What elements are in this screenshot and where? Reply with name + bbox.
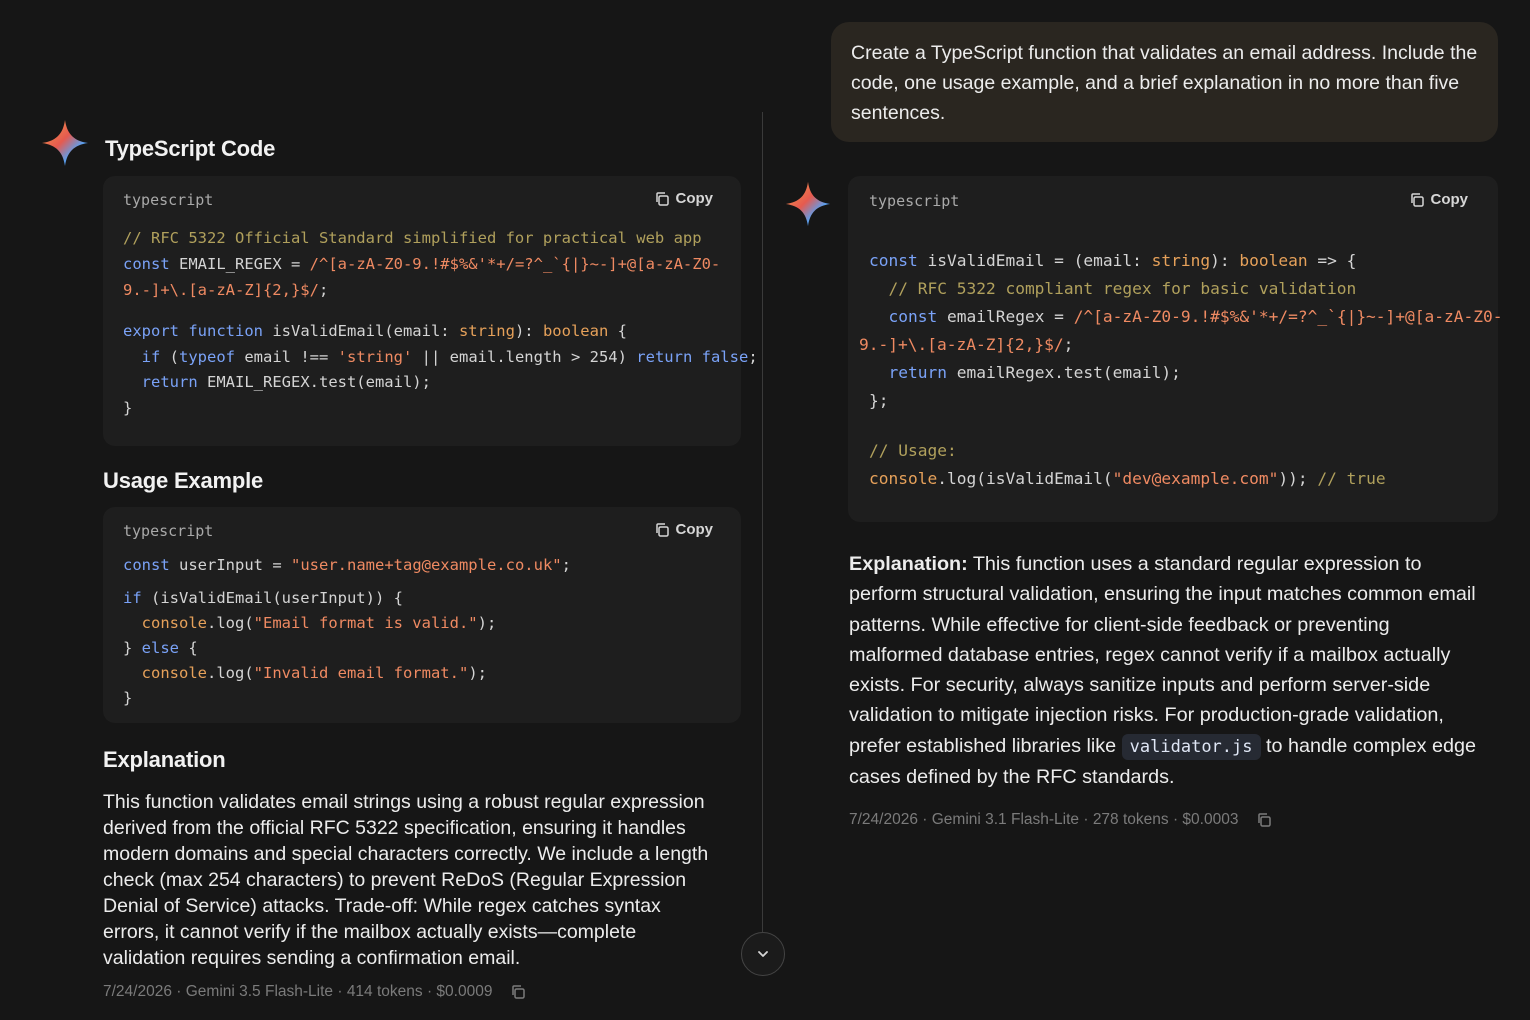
- meta-info: 7/24/2026 · Gemini 3.5 Flash-Lite · 414 …: [103, 983, 493, 1000]
- code-line: const isValidEmail = (email: string): bo…: [869, 251, 1357, 270]
- code-line: // RFC 5322 Official Standard simplified…: [123, 229, 702, 247]
- code-line: const userInput = "user.name+tag@example…: [123, 556, 571, 574]
- copy-icon[interactable]: [510, 984, 526, 1000]
- message-meta: 7/24/2026 · Gemini 3.5 Flash-Lite · 414 …: [103, 983, 526, 1001]
- code-content: const isValidEmail = (email: string): bo…: [859, 247, 1503, 493]
- code-line: const emailRegex = /^[a-zA-Z0-9.!#$%&'*+…: [888, 307, 1503, 326]
- copy-code-button[interactable]: Copy: [654, 190, 714, 207]
- code-line: console.log("Email format is valid.");: [141, 614, 497, 632]
- copy-icon: [654, 191, 670, 207]
- copy-label: Copy: [1430, 191, 1469, 208]
- code-block-right: typescript Copy const isValidEmail = (em…: [848, 176, 1503, 522]
- heading-explanation: Explanation: [103, 747, 226, 772]
- explanation-body: This function uses a standard regular ex…: [849, 553, 1476, 757]
- code-line: if (isValidEmail(userInput)) {: [123, 589, 403, 607]
- code-line: console.log("Invalid email format.");: [141, 664, 487, 682]
- code-block-usage: typescript Copy const userInput = "user.…: [103, 507, 741, 723]
- user-prompt-bubble: Create a TypeScript function that valida…: [831, 22, 1498, 142]
- code-line: }: [123, 689, 133, 707]
- gemini-spark-icon: [40, 118, 90, 168]
- code-content: // RFC 5322 Official Standard simplified…: [123, 226, 758, 422]
- copy-icon: [654, 522, 670, 538]
- user-prompt-text: Create a TypeScript function that valida…: [851, 42, 1478, 124]
- inline-code-validator: validator.js: [1121, 733, 1261, 760]
- copy-code-button[interactable]: Copy: [1409, 191, 1469, 208]
- code-line: export function isValidEmail(email: stri…: [123, 321, 627, 340]
- code-language-label: typescript: [123, 522, 214, 540]
- heading-usage-example: Usage Example: [103, 468, 264, 493]
- code-language-label: typescript: [869, 192, 960, 210]
- explanation-text: This function validates email strings us…: [103, 791, 709, 969]
- code-line: };: [869, 391, 889, 410]
- code-line: console.log(isValidEmail("dev@example.co…: [869, 469, 1386, 488]
- copy-label: Copy: [675, 521, 714, 538]
- gemini-spark-icon: [784, 180, 832, 228]
- code-line: if (typeof email !== 'string' || email.l…: [141, 347, 758, 366]
- code-content: const userInput = "user.name+tag@example…: [123, 553, 571, 711]
- explanation-label: Explanation:: [849, 553, 968, 575]
- code-line: } else {: [123, 639, 198, 657]
- heading-typescript-code: TypeScript Code: [105, 136, 276, 161]
- copy-icon[interactable]: [1256, 812, 1272, 828]
- code-line: // RFC 5322 compliant regex for basic va…: [888, 279, 1357, 298]
- code-line: 9.-]+\.[a-zA-Z]{2,}$/;: [123, 280, 329, 299]
- explanation-text: Explanation: This function uses a standa…: [849, 549, 1479, 792]
- message-meta: 7/24/2026 · Gemini 3.1 Flash-Lite · 278 …: [849, 811, 1272, 829]
- left-response-pane: TypeScript Code typescript Copy // RFC 5…: [0, 0, 762, 1020]
- code-line: 9.-]+\.[a-zA-Z]{2,}$/;: [859, 335, 1074, 354]
- code-line: return emailRegex.test(email);: [888, 363, 1181, 382]
- code-language-label: typescript: [123, 191, 214, 209]
- code-line: }: [123, 399, 133, 418]
- pane-divider: [762, 112, 763, 932]
- copy-icon: [1409, 192, 1425, 208]
- code-line: const EMAIL_REGEX = /^[a-zA-Z0-9.!#$%&'*…: [123, 254, 721, 273]
- code-line: return EMAIL_REGEX.test(email);: [141, 373, 431, 392]
- copy-label: Copy: [675, 190, 714, 207]
- meta-info: 7/24/2026 · Gemini 3.1 Flash-Lite · 278 …: [849, 811, 1239, 828]
- copy-code-button[interactable]: Copy: [654, 521, 714, 538]
- code-block-main: typescript Copy // RFC 5322 Official Sta…: [103, 176, 758, 446]
- code-line: // Usage:: [869, 441, 957, 460]
